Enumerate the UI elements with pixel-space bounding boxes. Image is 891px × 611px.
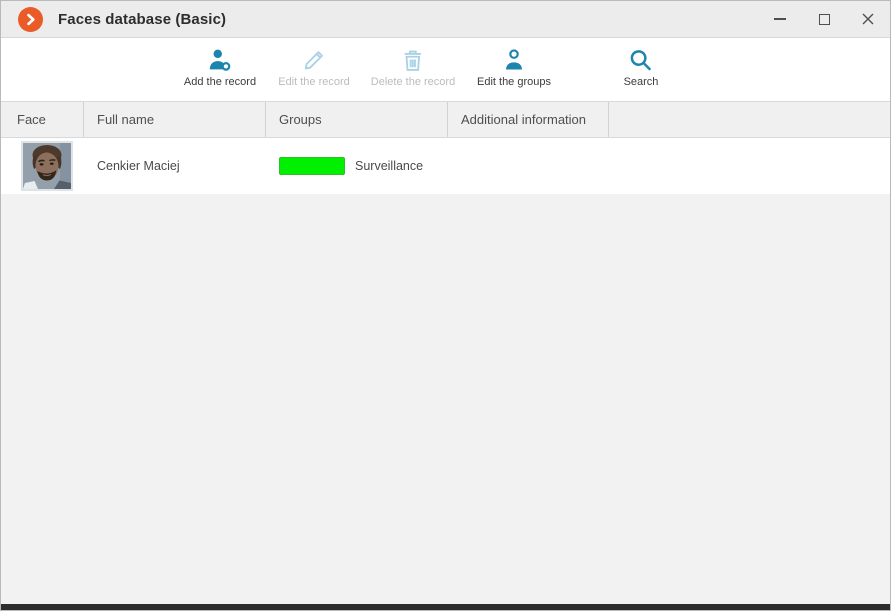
column-header-groups: Groups: [266, 102, 448, 137]
edit-groups-button[interactable]: Edit the groups: [477, 47, 551, 88]
maximize-icon: [818, 13, 830, 25]
trash-icon: [404, 50, 422, 71]
faces-database-window: Faces database (Basic) Add the record Ed…: [0, 0, 891, 611]
search-label: Search: [623, 76, 659, 88]
person-add-icon: [209, 49, 231, 71]
column-header-additional-information: Additional information: [448, 102, 609, 137]
titlebar: Faces database (Basic): [1, 1, 890, 38]
minimize-icon: [774, 18, 786, 20]
column-header-filler: [609, 102, 890, 137]
minimize-button[interactable]: [758, 1, 802, 37]
groups-cell: Surveillance: [266, 157, 448, 175]
add-record-button[interactable]: Add the record: [184, 47, 256, 88]
full-name-cell: Cenkier Maciej: [97, 159, 180, 173]
edit-record-label: Edit the record: [278, 76, 350, 88]
edit-record-button: Edit the record: [278, 47, 350, 88]
toolbar: Add the record Edit the record Delete th…: [1, 38, 890, 101]
edit-groups-label: Edit the groups: [477, 76, 551, 88]
table-header: Face Full name Groups Additional informa…: [1, 101, 890, 138]
face-cell: [1, 141, 84, 191]
column-header-face: Face: [1, 102, 84, 137]
person-icon: [505, 49, 523, 70]
maximize-button[interactable]: [802, 1, 846, 37]
app-logo-icon: [18, 6, 43, 32]
search-icon: [631, 50, 652, 71]
pencil-icon: [304, 51, 323, 70]
close-button[interactable]: [846, 1, 890, 37]
window-controls: [758, 1, 890, 37]
add-record-label: Add the record: [183, 76, 257, 88]
search-button[interactable]: Search: [623, 47, 659, 88]
column-header-full-name: Full name: [84, 102, 266, 137]
table-row[interactable]: Cenkier Maciej Surveillance: [1, 138, 890, 194]
delete-record-label: Delete the record: [370, 76, 456, 88]
delete-record-button: Delete the record: [371, 47, 455, 88]
window-title: Faces database (Basic): [58, 10, 227, 28]
group-label: Surveillance: [355, 159, 424, 173]
bottom-edge-bar: [1, 604, 890, 610]
close-icon: [862, 13, 874, 25]
group-color-swatch: [279, 157, 345, 175]
face-photo: [21, 141, 73, 191]
